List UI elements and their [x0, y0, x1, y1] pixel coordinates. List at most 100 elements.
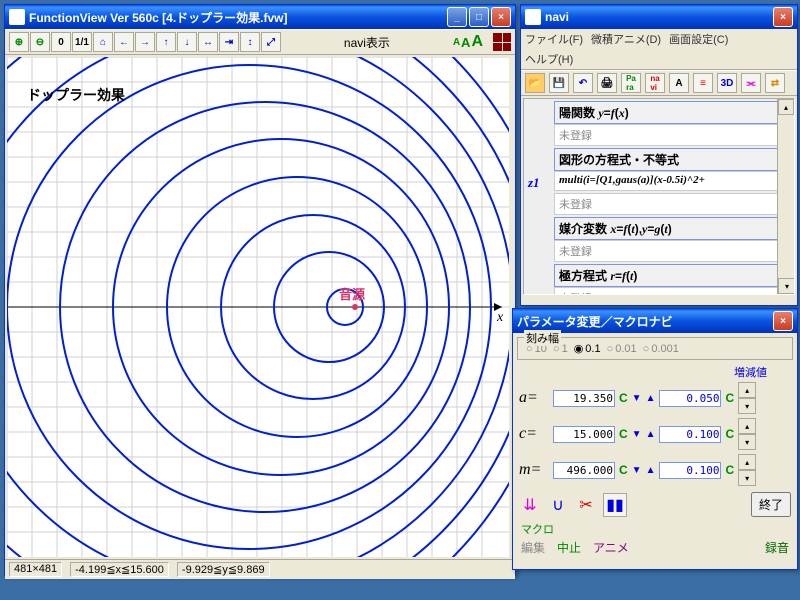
plot-title: ドップラー効果	[27, 85, 125, 105]
text-a-icon[interactable]: A	[669, 73, 689, 93]
link-stop[interactable]: 中止	[557, 539, 581, 556]
menu-screen[interactable]: 画面設定(C)	[669, 31, 728, 47]
para-icon[interactable]: Para	[621, 73, 641, 93]
cat-equation[interactable]: 図形の方程式・不等式	[554, 148, 794, 171]
menu-file[interactable]: ファイル(F)	[525, 31, 583, 47]
spin-down-icon[interactable]: ▾	[738, 398, 756, 414]
param-row-0: a=C▼▲C▴▾	[513, 380, 797, 416]
spin-down-icon[interactable]: ▾	[738, 434, 756, 450]
hstretch-icon[interactable]: ↔	[198, 32, 218, 52]
left-icon[interactable]: ←	[114, 32, 134, 52]
save-icon[interactable]: 💾	[549, 73, 569, 93]
zoom-out-icon[interactable]: ⊖	[30, 32, 50, 52]
link-edit[interactable]: 編集	[521, 539, 545, 556]
c-tag2[interactable]: C	[725, 463, 734, 477]
w2-close-button[interactable]: ×	[773, 7, 793, 27]
plot-canvas[interactable]: x 音源 ドップラー効果	[7, 57, 509, 557]
cat-polar-body: 未登録	[554, 287, 794, 295]
home-icon[interactable]: ⌂	[93, 32, 113, 52]
param-inc-input[interactable]	[659, 426, 721, 443]
down-arrows-icon[interactable]: ⇊	[519, 494, 541, 516]
close-button[interactable]: ×	[491, 7, 511, 27]
c-tag[interactable]: C	[619, 391, 628, 405]
dec-icon[interactable]: ▼	[632, 429, 642, 440]
3d-icon[interactable]: 3D	[717, 73, 737, 93]
navi-display-label[interactable]: navi表示	[282, 34, 452, 51]
menu-anim[interactable]: 微積アニメ(D)	[591, 31, 661, 47]
cat-explicit[interactable]: 陽関数 y=f(x)	[554, 101, 794, 124]
grid-icon[interactable]	[493, 33, 511, 51]
param-value-input[interactable]	[553, 426, 615, 443]
step-01[interactable]: ◉0.1	[574, 342, 601, 355]
param-inc-input[interactable]	[659, 390, 721, 407]
dec-icon[interactable]: ▼	[632, 465, 642, 476]
cat-parametric[interactable]: 媒介変数 x=f(t),y=g(t)	[554, 217, 794, 240]
spin-up-icon[interactable]: ▴	[738, 418, 756, 434]
zero-icon[interactable]: 0	[51, 32, 71, 52]
param-inc-input[interactable]	[659, 462, 721, 479]
open-icon[interactable]: 📂	[525, 73, 545, 93]
minimize-button[interactable]: _	[447, 7, 467, 27]
spin-up-icon[interactable]: ▴	[738, 454, 756, 470]
vshrink-icon[interactable]: ⤢	[261, 32, 281, 52]
link-icon[interactable]: ⫘	[741, 73, 761, 93]
w2-titlebar[interactable]: navi ×	[521, 5, 797, 29]
maximize-button[interactable]: □	[469, 7, 489, 27]
navi-icon	[525, 9, 541, 25]
undo-icon[interactable]: ↶	[573, 73, 593, 93]
spin-down-icon[interactable]: ▾	[738, 470, 756, 486]
param-window: パラメータ変更／マクロナビ × 刻み幅 ○10 ○1 ◉0.1 ○0.01 ○0…	[512, 308, 798, 570]
w3-close-button[interactable]: ×	[773, 311, 793, 331]
inc-icon[interactable]: ▲	[646, 429, 656, 440]
seq-icon[interactable]: ⇄	[765, 73, 785, 93]
inc-icon[interactable]: ▲	[646, 393, 656, 404]
c-tag[interactable]: C	[619, 463, 628, 477]
curve-icon[interactable]: ∪	[547, 494, 569, 516]
font-med-icon[interactable]: A	[461, 35, 470, 50]
cat-equation-body[interactable]: multi(i=[Q1,gaus(a)](x-0.5i)^2+	[554, 171, 794, 191]
navi-button-icon[interactable]: navi	[645, 73, 665, 93]
font-large-icon[interactable]: A	[471, 33, 483, 51]
status-xrange: -4.199≦x≦15.600	[70, 562, 169, 577]
scissors-icon[interactable]: ✂	[575, 494, 597, 516]
cat-polar[interactable]: 極方程式 r=f(t)	[554, 264, 794, 287]
spin-up-icon[interactable]: ▴	[738, 382, 756, 398]
svg-text:x: x	[496, 310, 504, 325]
pause-icon[interactable]: ▮▮	[603, 493, 627, 517]
w2-menubar2: ヘルプ(H)	[521, 49, 797, 70]
macro-links: 編集 中止 アニメ 録音	[513, 537, 797, 558]
link-anime[interactable]: アニメ	[593, 539, 629, 556]
w2-menubar: ファイル(F) 微積アニメ(D) 画面設定(C)	[521, 29, 797, 49]
status-dims: 481×481	[9, 562, 62, 577]
step-001[interactable]: ○0.01	[607, 342, 637, 355]
status-yrange: -9.929≦y≦9.869	[177, 562, 270, 577]
inc-legend: 増減値	[513, 364, 797, 380]
hshrink-icon[interactable]: ⇥	[219, 32, 239, 52]
dec-icon[interactable]: ▼	[632, 393, 642, 404]
inc-icon[interactable]: ▲	[646, 465, 656, 476]
link-rec[interactable]: 録音	[765, 539, 789, 556]
end-button[interactable]: 終了	[751, 492, 791, 517]
w1-titlebar[interactable]: FunctionView Ver 560c [4.ドップラー効果.fvw] _ …	[5, 5, 515, 29]
w3-title: パラメータ変更／マクロナビ	[517, 313, 773, 330]
app-icon	[9, 9, 25, 25]
vstretch-icon[interactable]: ↕	[240, 32, 260, 52]
c-tag[interactable]: C	[619, 427, 628, 441]
param-value-input[interactable]	[553, 462, 615, 479]
c-tag2[interactable]: C	[725, 427, 734, 441]
right-icon[interactable]: →	[135, 32, 155, 52]
one-one-icon[interactable]: 1/1	[72, 32, 92, 52]
up-icon[interactable]: ↑	[156, 32, 176, 52]
font-small-icon[interactable]: A	[453, 37, 460, 48]
c-tag2[interactable]: C	[725, 391, 734, 405]
cat-parametric-body: 未登録	[554, 240, 794, 262]
param-name: c=	[519, 425, 549, 443]
lines-icon[interactable]: ≡	[693, 73, 713, 93]
param-value-input[interactable]	[553, 390, 615, 407]
step-0001[interactable]: ○0.001	[643, 342, 679, 355]
print-icon[interactable]: 🖨	[597, 73, 617, 93]
scrollbar[interactable]: ▴ ▾	[777, 99, 794, 294]
menu-help[interactable]: ヘルプ(H)	[525, 51, 573, 67]
down-icon[interactable]: ↓	[177, 32, 197, 52]
zoom-in-icon[interactable]: ⊕	[9, 32, 29, 52]
